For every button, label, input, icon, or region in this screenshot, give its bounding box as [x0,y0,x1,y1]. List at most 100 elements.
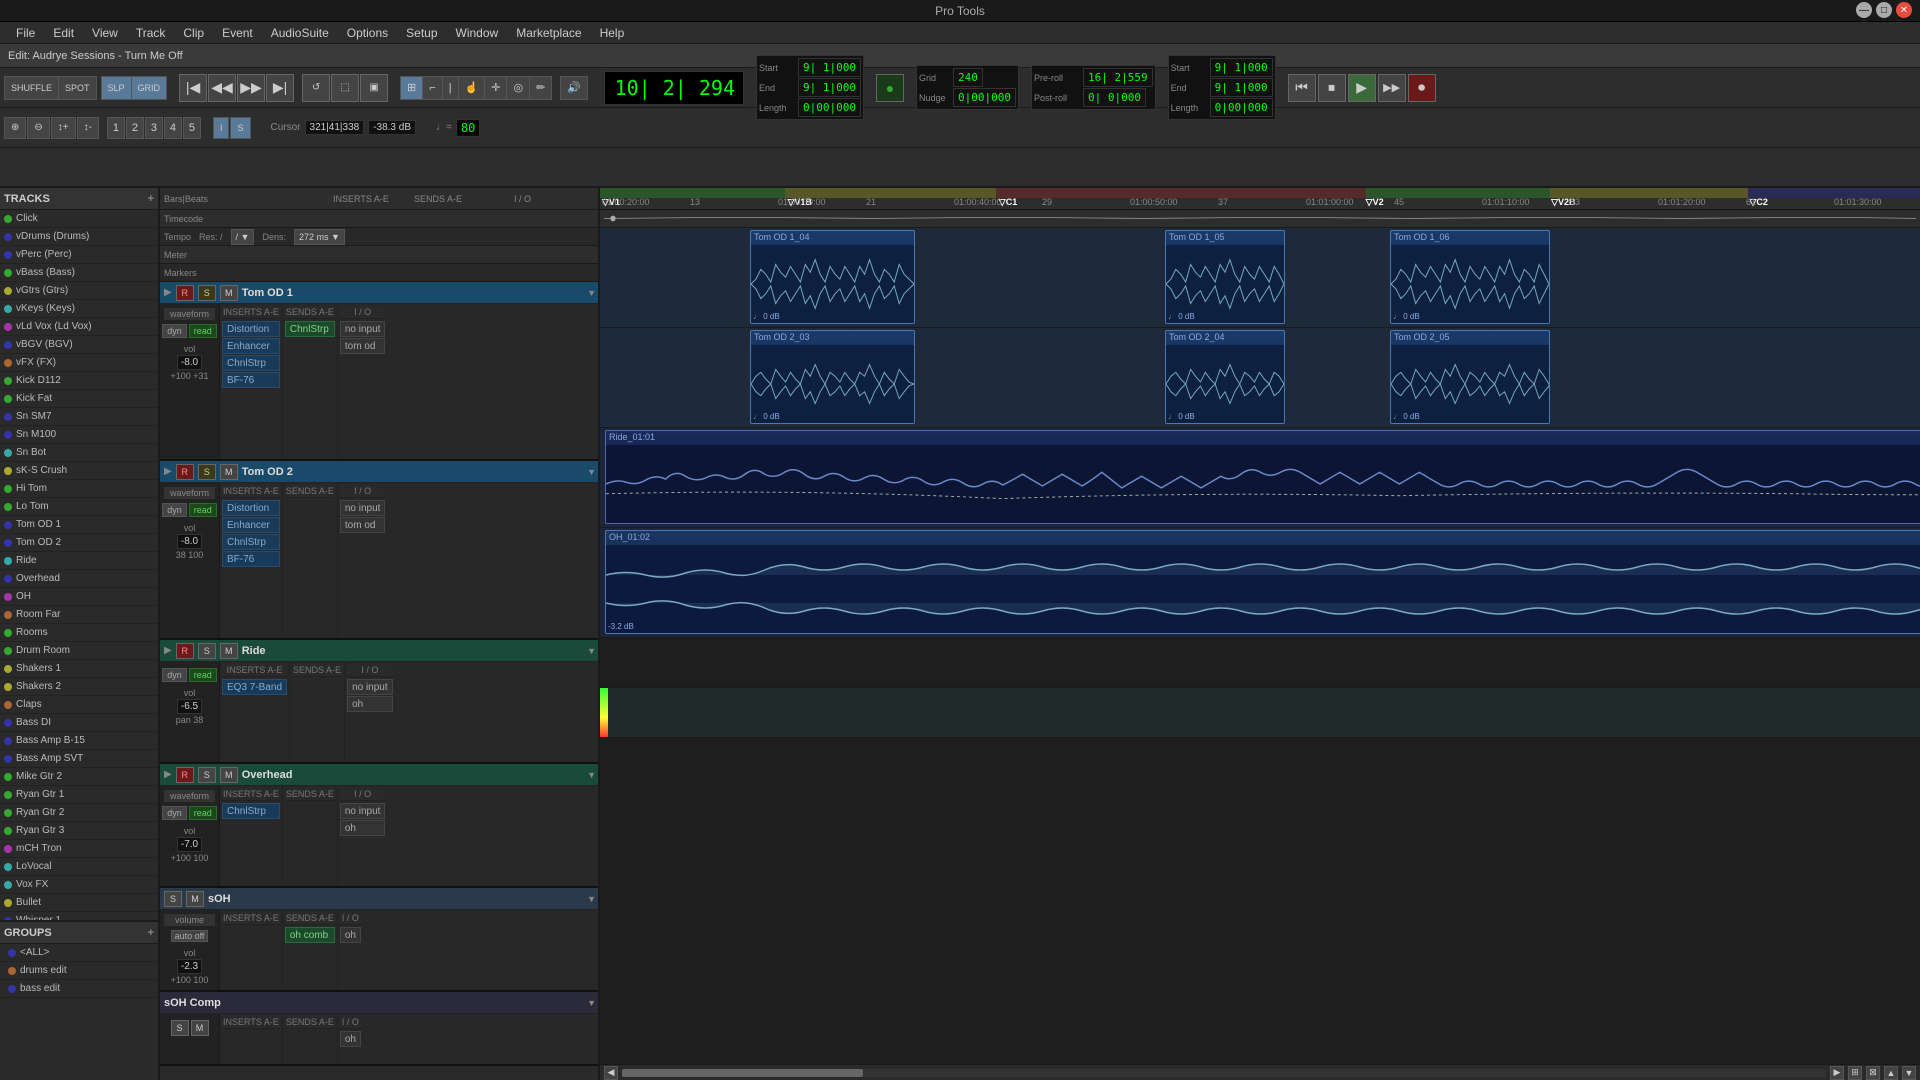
overhead-rec-btn[interactable]: R [176,767,194,783]
track-item-lo-tom[interactable]: Lo Tom [0,498,158,516]
zoomer-tool[interactable]: ⊞ [401,77,423,99]
overhead-track-bg[interactable]: OH_01:02 -3.2 dB [600,528,1920,637]
zoom-out-h-btn[interactable]: ⊖ [27,117,49,139]
scroll-down-btn[interactable]: ▼ [1902,1066,1916,1080]
dens-dropdown[interactable]: 272 ms ▼ [294,229,345,245]
soh-mute-btn[interactable]: M [186,891,204,907]
menu-file[interactable]: File [8,24,43,42]
tom-od1-solo-btn[interactable]: S [198,285,216,301]
menu-setup[interactable]: Setup [398,24,445,42]
groups-add-icon[interactable]: + [148,927,154,939]
track-item-vbass--bass-[interactable]: vBass (Bass) [0,264,158,282]
ride-solo-btn[interactable]: S [198,643,216,659]
soh-comp-mute-btn[interactable]: M [191,1020,209,1036]
track-item-ryan-gtr-3[interactable]: Ryan Gtr 3 [0,822,158,840]
tom-od1-dyn-btn[interactable]: dyn [162,324,187,338]
tom-od2-mute-btn[interactable]: M [220,464,238,480]
stop-btn[interactable]: ⏹ [1318,74,1346,102]
ride-mute-btn[interactable]: M [220,643,238,659]
tracks-add-icon[interactable]: + [148,193,154,205]
soh-arrange-bg[interactable] [600,688,1920,737]
track-item-shakers-1[interactable]: Shakers 1 [0,660,158,678]
overhead-mute-btn[interactable]: M [220,767,238,783]
ride-insert-eq3[interactable]: EQ3 7-Band [222,679,287,695]
track-item-vkeys--keys-[interactable]: vKeys (Keys) [0,300,158,318]
soh-io-out[interactable]: oh [340,927,361,943]
menu-clip[interactable]: Clip [175,24,212,42]
tom-od1-mute-btn[interactable]: M [220,285,238,301]
track-item-overhead[interactable]: Overhead [0,570,158,588]
tracks-area[interactable]: Tom OD 1_04 ♩ 0 dB [600,228,1920,1064]
tpunch-btn[interactable]: ▣ [360,74,388,102]
track-item-vgtrs--gtrs-[interactable]: vGtrs (Gtrs) [0,282,158,300]
track-item-bullet[interactable]: Bullet [0,894,158,912]
menu-track[interactable]: Track [128,24,174,42]
ride-track-bg[interactable]: Ride_01:01 [600,428,1920,527]
track-item-ride[interactable]: Ride [0,552,158,570]
zoom-preset-5[interactable]: 5 [183,117,201,139]
track-item-vbgv--bgv-[interactable]: vBGV (BGV) [0,336,158,354]
overhead-io-out[interactable]: oh [340,820,386,836]
menu-event[interactable]: Event [214,24,261,42]
tom-od1-clip-04[interactable]: Tom OD 1_04 ♩ 0 dB [750,230,915,324]
ride-io-out[interactable]: oh [347,696,393,712]
ride-io-in[interactable]: no input [347,679,393,695]
track-item-vld-vox--ld-vox-[interactable]: vLd Vox (Ld Vox) [0,318,158,336]
tom-od2-solo-btn[interactable]: S [198,464,216,480]
track-item-vdrums--drums-[interactable]: vDrums (Drums) [0,228,158,246]
zoom-out-v-btn[interactable]: ↕- [77,117,99,139]
smart-tool[interactable]: ✛ [485,77,507,99]
tom-od2-insert-enhancer[interactable]: Enhancer [222,517,280,533]
ride-read-btn[interactable]: read [189,668,217,682]
soh-send-oh-comb[interactable]: oh comb [285,927,335,943]
grid-btn[interactable]: GRID [132,77,167,99]
scroll-up-btn[interactable]: ▲ [1884,1066,1898,1080]
menu-edit[interactable]: Edit [45,24,82,42]
tom-od1-insert-enhancer[interactable]: Enhancer [222,338,280,354]
tom-od1-io-out[interactable]: tom od [340,338,386,354]
track-item-sn-bot[interactable]: Sn Bot [0,444,158,462]
close-button[interactable]: ✕ [1896,2,1912,18]
pencil-tool[interactable]: ✏ [530,77,551,99]
track-item-tom-od-2[interactable]: Tom OD 2 [0,534,158,552]
soh-comp-solo-btn[interactable]: S [171,1020,189,1036]
slip-btn[interactable]: SLP [102,77,132,99]
menu-window[interactable]: Window [448,24,507,42]
tom-od1-rec-btn[interactable]: R [176,285,194,301]
tom-od1-clip-06[interactable]: Tom OD 1_06 ♩ 0 dB [1390,230,1550,324]
minimize-button[interactable]: — [1856,2,1872,18]
track-item-tom-od-1[interactable]: Tom OD 1 [0,516,158,534]
track-item-claps[interactable]: Claps [0,696,158,714]
selector-tool[interactable]: | [443,77,459,99]
menu-options[interactable]: Options [339,24,396,42]
overhead-dyn-btn[interactable]: dyn [162,806,187,820]
ride-dyn-btn[interactable]: dyn [162,668,187,682]
trimmer-tool[interactable]: ⌐ [423,77,442,99]
tom-od2-dyn-btn[interactable]: dyn [162,503,187,517]
menu-view[interactable]: View [84,24,126,42]
rewind-to-start-btn[interactable]: |◀ [179,74,207,102]
track-item-room-far[interactable]: Room Far [0,606,158,624]
track-item-mch-tron[interactable]: mCH Tron [0,840,158,858]
menu-help[interactable]: Help [592,24,633,42]
res-dropdown[interactable]: / ▼ [231,229,255,245]
spot-btn[interactable]: SPOT [59,77,96,99]
tom-od2-rec-btn[interactable]: R [176,464,194,480]
track-item-bass-amp-svt[interactable]: Bass Amp SVT [0,750,158,768]
inserts-view-btn[interactable]: I [213,117,230,139]
track-item-ryan-gtr-2[interactable]: Ryan Gtr 2 [0,804,158,822]
tom-od1-io-in[interactable]: no input [340,321,386,337]
play-selection-btn[interactable]: ▶▶ [1378,74,1406,102]
overhead-read-btn[interactable]: read [189,806,217,820]
grabber-tool[interactable]: ☝ [459,77,486,99]
track-item-rooms[interactable]: Rooms [0,624,158,642]
rewind-transport-btn[interactable]: ⏮ [1288,74,1316,102]
tom-od1-read-btn[interactable]: read [189,324,217,338]
overhead-insert-chnlstrp[interactable]: ChnlStrp [222,803,280,819]
track-item-drum-room[interactable]: Drum Room [0,642,158,660]
ride-rec-btn[interactable]: R [176,643,194,659]
play-btn[interactable]: ▶ [1348,74,1376,102]
online-btn[interactable]: ● [876,74,904,102]
ride-clip-01[interactable]: Ride_01:01 [605,430,1920,524]
group-item-drums-edit[interactable]: drums edit [0,962,158,980]
